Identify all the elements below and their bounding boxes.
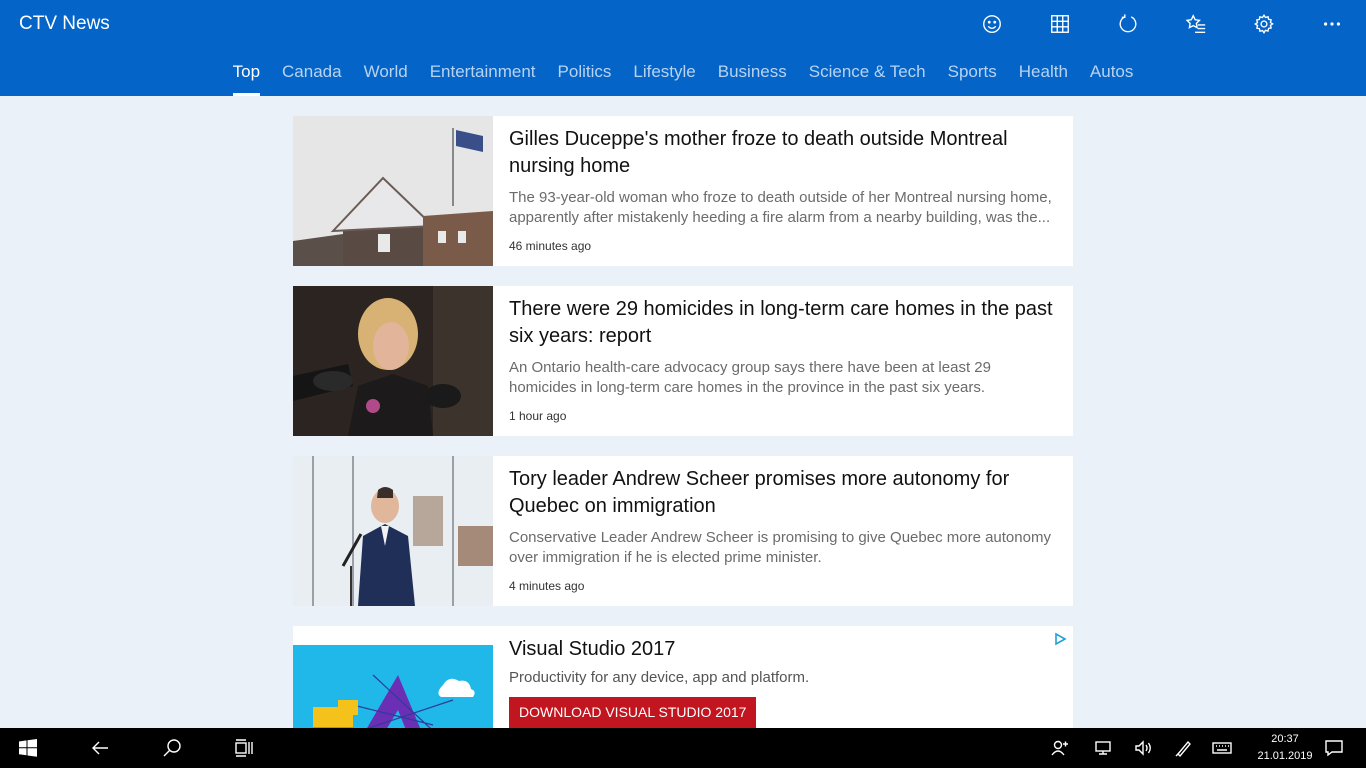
article-card[interactable]: Tory leader Andrew Scheer promises more …	[293, 456, 1073, 606]
settings-icon[interactable]	[1230, 0, 1298, 48]
ad-subtitle: Productivity for any device, app and pla…	[509, 669, 810, 686]
tab-sports[interactable]: Sports	[937, 52, 1008, 96]
app-title: CTV News	[19, 13, 110, 34]
article-headline[interactable]: Tory leader Andrew Scheer promises more …	[509, 466, 1059, 520]
news-feed: Gilles Duceppe's mother froze to death o…	[293, 116, 1073, 728]
header-toolbar	[958, 0, 1366, 48]
tab-entertainment[interactable]: Entertainment	[419, 52, 547, 96]
ad-body: Visual Studio 2017 Productivity for any …	[509, 636, 1059, 728]
article-body: Tory leader Andrew Scheer promises more …	[509, 466, 1059, 593]
tab-science-tech[interactable]: Science & Tech	[798, 52, 937, 96]
article-time: 46 minutes ago	[509, 239, 592, 253]
tab-world[interactable]: World	[353, 52, 419, 96]
tab-politics[interactable]: Politics	[547, 52, 623, 96]
article-time: 4 minutes ago	[509, 579, 585, 593]
article-card[interactable]: Gilles Duceppe's mother froze to death o…	[293, 116, 1073, 266]
refresh-icon[interactable]	[1094, 0, 1162, 48]
task-view-icon[interactable]	[220, 728, 268, 768]
article-thumbnail	[293, 116, 493, 266]
article-time: 1 hour ago	[509, 409, 567, 423]
article-headline[interactable]: Gilles Duceppe's mother froze to death o…	[509, 126, 1059, 180]
tab-top[interactable]: Top	[222, 52, 271, 96]
app-header: CTV News Top Canada World Entertainment …	[0, 0, 1366, 96]
keyboard-icon[interactable]	[1198, 728, 1246, 768]
category-tabs: Top Canada World Entertainment Politics …	[0, 52, 1366, 96]
back-icon[interactable]	[76, 728, 124, 768]
search-icon[interactable]	[148, 728, 196, 768]
article-summary: An Ontario health-care advocacy group sa…	[509, 359, 991, 396]
download-button[interactable]: DOWNLOAD VISUAL STUDIO 2017	[509, 697, 757, 728]
people-icon[interactable]	[1036, 728, 1084, 768]
article-summary: Conservative Leader Andrew Scheer is pro…	[509, 529, 1051, 566]
article-thumbnail	[293, 456, 493, 606]
article-body: There were 29 homicides in long-term car…	[509, 296, 1059, 423]
ad-title[interactable]: Visual Studio 2017	[509, 636, 1059, 663]
article-body: Gilles Duceppe's mother froze to death o…	[509, 126, 1059, 253]
notifications-icon[interactable]	[1310, 728, 1358, 768]
taskbar: 20:37 21.01.2019	[0, 728, 1366, 768]
ad-thumbnail	[293, 645, 493, 728]
tab-autos[interactable]: Autos	[1079, 52, 1144, 96]
grid-icon[interactable]	[1026, 0, 1094, 48]
tab-canada[interactable]: Canada	[271, 52, 353, 96]
more-icon[interactable]	[1298, 0, 1366, 48]
smiley-icon[interactable]	[958, 0, 1026, 48]
start-icon[interactable]	[4, 728, 52, 768]
tab-lifestyle[interactable]: Lifestyle	[622, 52, 706, 96]
tab-business[interactable]: Business	[707, 52, 798, 96]
ad-card[interactable]: Visual Studio 2017 Productivity for any …	[293, 626, 1073, 728]
article-summary: The 93-year-old woman who froze to death…	[509, 189, 1052, 226]
article-card[interactable]: There were 29 homicides in long-term car…	[293, 286, 1073, 436]
tab-health[interactable]: Health	[1008, 52, 1079, 96]
favorites-icon[interactable]	[1162, 0, 1230, 48]
article-headline[interactable]: There were 29 homicides in long-term car…	[509, 296, 1059, 350]
article-thumbnail	[293, 286, 493, 436]
